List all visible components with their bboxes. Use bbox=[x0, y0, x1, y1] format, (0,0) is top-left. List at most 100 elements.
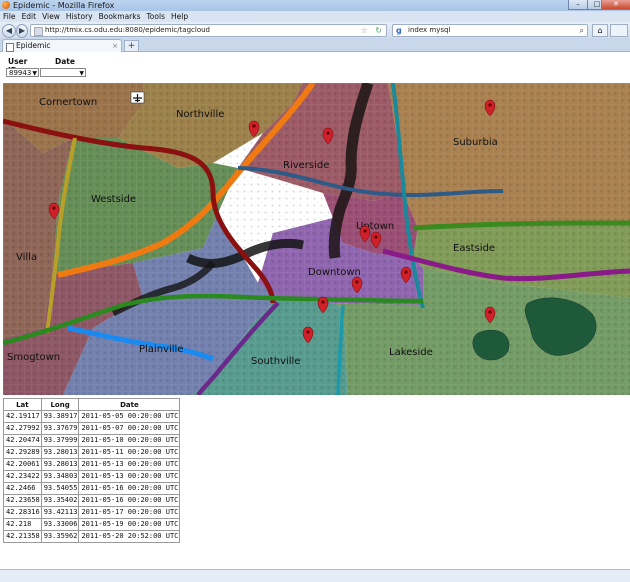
cell-long: 93.28013 bbox=[40, 458, 80, 471]
menu-history[interactable]: History bbox=[63, 11, 96, 22]
tab-epidemic[interactable]: Epidemic × bbox=[2, 39, 122, 52]
cell-lat: 42.29289 bbox=[3, 446, 42, 459]
menu-help[interactable]: Help bbox=[168, 11, 191, 22]
cell-date: 2011-05-19 00:20:00 UTC bbox=[78, 518, 181, 531]
table-header-row: Lat Long Date bbox=[3, 398, 181, 411]
firefox-icon bbox=[2, 1, 10, 9]
sidebar-toggle-button[interactable] bbox=[610, 24, 628, 37]
site-identity-icon bbox=[34, 27, 43, 36]
map-canvas: Cornertown Northville Suburbia Riverside… bbox=[3, 83, 630, 395]
menu-edit[interactable]: Edit bbox=[19, 11, 40, 22]
cell-long: 93.54055 bbox=[40, 482, 80, 495]
menu-file[interactable]: File bbox=[0, 11, 19, 22]
cell-date: 2011-05-13 00:20:00 UTC bbox=[78, 458, 181, 471]
back-button[interactable]: ◀ bbox=[2, 24, 16, 38]
tab-label: Epidemic bbox=[16, 41, 51, 50]
table-row: 42.2466 93.54055 2011-05-16 00:20:00 UTC bbox=[3, 482, 181, 495]
cell-long: 93.34803 bbox=[40, 470, 80, 483]
cell-lat: 42.28316 bbox=[3, 506, 42, 519]
user-id-select[interactable]: 89943 ▼ bbox=[6, 68, 39, 77]
cell-lat: 42.23422 bbox=[3, 470, 42, 483]
column-header-date[interactable]: Date bbox=[78, 398, 181, 411]
column-header-lat[interactable]: Lat bbox=[3, 398, 42, 411]
cell-date: 2011-05-13 00:20:00 UTC bbox=[78, 470, 181, 483]
chevron-down-icon: ▼ bbox=[32, 70, 37, 77]
minimize-button[interactable]: – bbox=[568, 0, 588, 10]
tab-close-icon[interactable]: × bbox=[112, 40, 118, 52]
cell-lat: 42.20061 bbox=[3, 458, 42, 471]
cell-long: 93.38917 bbox=[40, 410, 80, 423]
cell-date: 2011-05-10 00:20:00 UTC bbox=[78, 434, 181, 447]
column-header-long[interactable]: Long bbox=[40, 398, 80, 411]
cell-date: 2011-05-17 00:20:00 UTC bbox=[78, 506, 181, 519]
date-label: Date bbox=[55, 57, 75, 66]
label-downtown: Downtown bbox=[308, 267, 361, 278]
right-arrow-icon: ▶ bbox=[18, 26, 26, 35]
menu-bookmarks[interactable]: Bookmarks bbox=[96, 11, 144, 22]
menu-bar: File Edit View History Bookmarks Tools Help bbox=[0, 11, 630, 22]
menu-view[interactable]: View bbox=[39, 11, 63, 22]
navigation-toolbar: ◀ ▶ http://tmix.cs.odu.edu:8080/epidemic… bbox=[0, 22, 630, 39]
url-bar[interactable]: http://tmix.cs.odu.edu:8080/epidemic/tag… bbox=[30, 24, 387, 37]
cell-long: 93.35962 bbox=[40, 530, 80, 543]
menu-tools[interactable]: Tools bbox=[144, 11, 168, 22]
date-select[interactable]: ▼ bbox=[40, 68, 86, 77]
cell-long: 93.37999 bbox=[40, 434, 80, 447]
label-villa: Villa bbox=[16, 252, 37, 263]
new-tab-button[interactable]: + bbox=[124, 40, 139, 52]
table-row: 42.29289 93.28013 2011-05-11 00:20:00 UTC bbox=[3, 446, 181, 459]
left-arrow-icon: ◀ bbox=[5, 26, 13, 35]
close-window-button[interactable]: ✕ bbox=[601, 0, 630, 10]
cell-date: 2011-05-11 00:20:00 UTC bbox=[78, 446, 181, 459]
label-eastside: Eastside bbox=[453, 243, 495, 254]
cell-lat: 42.27992 bbox=[3, 422, 42, 435]
user-id-value: 89943 bbox=[9, 69, 32, 77]
label-southville: Southville bbox=[251, 356, 300, 367]
forward-button[interactable]: ▶ bbox=[16, 24, 28, 38]
cell-lat: 42.218 bbox=[3, 518, 42, 531]
label-lakeside: Lakeside bbox=[389, 347, 433, 358]
cell-date: 2011-05-07 00:20:00 UTC bbox=[78, 422, 181, 435]
cell-date: 2011-05-20 20:52:00 UTC bbox=[78, 530, 181, 543]
window-title: Epidemic - Mozilla Firefox bbox=[13, 1, 115, 10]
table-row: 42.27992 93.37679 2011-05-07 00:20:00 UTC bbox=[3, 422, 181, 435]
urban-texture bbox=[3, 83, 630, 395]
page-icon bbox=[6, 43, 14, 52]
cell-lat: 42.20474 bbox=[3, 434, 42, 447]
cell-lat: 42.21358 bbox=[3, 530, 42, 543]
table-row: 42.23422 93.34803 2011-05-13 00:20:00 UTC bbox=[3, 470, 181, 483]
table-row: 42.28316 93.42113 2011-05-17 00:20:00 UTC bbox=[3, 506, 181, 519]
label-riverside: Riverside bbox=[283, 160, 329, 171]
label-cornertown: Cornertown bbox=[39, 97, 97, 108]
airport-icon bbox=[130, 91, 145, 104]
bookmark-star-icon[interactable]: ☆ bbox=[361, 25, 368, 36]
search-text: index mysql bbox=[408, 26, 451, 34]
case-table-container: Lat Long Date 42.19117 93.38917 2011-05-05… bbox=[3, 398, 181, 543]
label-plainville: Plainville bbox=[139, 344, 183, 355]
label-smogtown: Smogtown bbox=[7, 352, 60, 363]
reload-icon[interactable]: ↻ bbox=[375, 25, 382, 36]
case-table: Lat Long Date 42.19117 93.38917 2011-05-05… bbox=[3, 398, 181, 543]
cell-long: 93.33006 bbox=[40, 518, 80, 531]
status-bar bbox=[0, 569, 630, 582]
home-icon: ⌂ bbox=[597, 26, 603, 35]
search-bar[interactable]: g index mysql ⌕ bbox=[392, 24, 588, 37]
table-row: 42.20061 93.28013 2011-05-13 00:20:00 UTC bbox=[3, 458, 181, 471]
label-westside: Westside bbox=[91, 194, 136, 205]
cell-date: 2011-05-05 00:20:00 UTC bbox=[78, 410, 181, 423]
table-row: 42.20474 93.37999 2011-05-10 00:20:00 UTC bbox=[3, 434, 181, 447]
cell-date: 2011-05-16 00:20:00 UTC bbox=[78, 494, 181, 507]
cell-date: 2011-05-16 00:20:00 UTC bbox=[78, 482, 181, 495]
cell-lat: 42.2466 bbox=[3, 482, 42, 495]
table-row: 42.19117 93.38917 2011-05-05 00:20:00 UTC bbox=[3, 410, 181, 423]
cell-lat: 42.23658 bbox=[3, 494, 42, 507]
chevron-down-icon: ▼ bbox=[79, 70, 84, 77]
cell-long: 93.37679 bbox=[40, 422, 80, 435]
search-icon[interactable]: ⌕ bbox=[580, 25, 584, 36]
epidemic-map[interactable]: Cornertown Northville Suburbia Riverside… bbox=[3, 83, 630, 395]
tab-strip: Epidemic × + bbox=[0, 38, 630, 52]
cell-long: 93.42113 bbox=[40, 506, 80, 519]
cell-long: 93.28013 bbox=[40, 446, 80, 459]
cell-long: 93.35402 bbox=[40, 494, 80, 507]
home-button[interactable]: ⌂ bbox=[592, 24, 608, 37]
